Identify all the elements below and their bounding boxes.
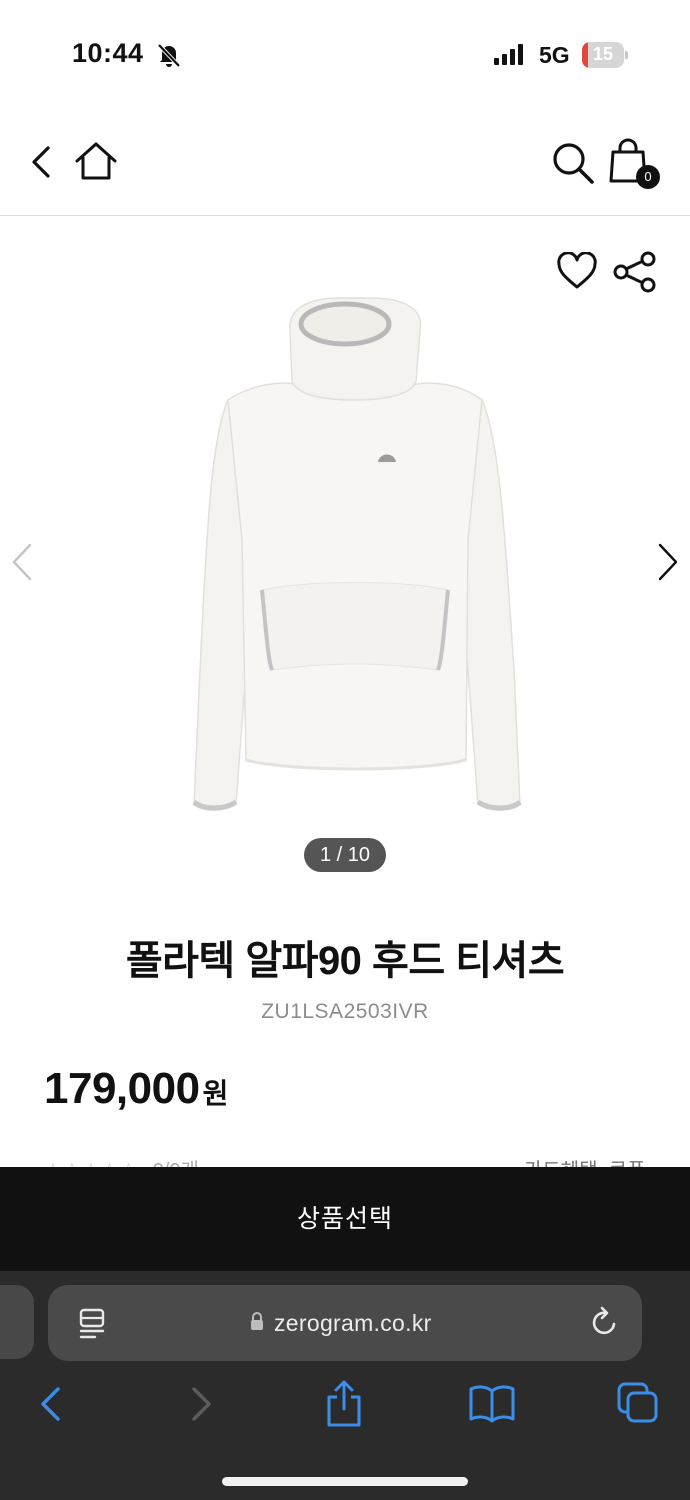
status-bar: 10:44 5G 15: [0, 0, 690, 110]
browser-share-icon[interactable]: [324, 1379, 364, 1427]
network-type: 5G: [539, 42, 570, 68]
bell-slash-icon: [157, 43, 181, 68]
lock-icon: [251, 1312, 263, 1330]
image-counter: 1 / 10: [304, 838, 386, 872]
share-icon[interactable]: [612, 250, 658, 294]
home-indicator[interactable]: [222, 1477, 468, 1486]
browser-back-icon[interactable]: [36, 1384, 66, 1424]
battery-percent: 15: [592, 44, 614, 64]
product-image[interactable]: [180, 290, 530, 830]
home-icon[interactable]: [74, 140, 118, 182]
status-time: 10:44: [72, 38, 144, 68]
cart-count-badge: 0: [636, 165, 660, 189]
app-header: 0: [0, 110, 690, 216]
product-select-button[interactable]: 상품선택: [0, 1167, 690, 1271]
address-bar[interactable]: zerogram.co.kr: [48, 1285, 642, 1361]
signal-icon: [494, 44, 523, 65]
chevron-left-icon[interactable]: [10, 542, 34, 582]
browser-forward-icon[interactable]: [186, 1384, 216, 1424]
product-price: 179,000 원: [44, 1064, 228, 1114]
heart-icon[interactable]: [556, 252, 598, 290]
reader-icon[interactable]: [78, 1307, 106, 1339]
chevron-right-icon[interactable]: [656, 542, 680, 582]
search-icon[interactable]: [550, 140, 596, 186]
url-text: zerogram.co.kr: [274, 1310, 432, 1336]
product-code: ZU1LSA2503IVR: [261, 1000, 429, 1023]
reload-icon[interactable]: [590, 1306, 620, 1338]
price-currency: 원: [202, 1078, 229, 1109]
product-title: 폴라텍 알파90 후드 티셔츠: [125, 939, 565, 983]
tabs-icon[interactable]: [616, 1381, 660, 1425]
previous-tab-peek[interactable]: [0, 1285, 34, 1359]
browser-toolbar: zerogram.co.kr: [0, 1271, 690, 1500]
battery-body: 15: [582, 42, 624, 68]
bookmarks-icon[interactable]: [468, 1383, 516, 1423]
battery-indicator: 15: [582, 42, 628, 68]
battery-cap: [625, 51, 628, 59]
price-value: 179,000: [44, 1064, 200, 1113]
back-icon[interactable]: [26, 142, 56, 182]
